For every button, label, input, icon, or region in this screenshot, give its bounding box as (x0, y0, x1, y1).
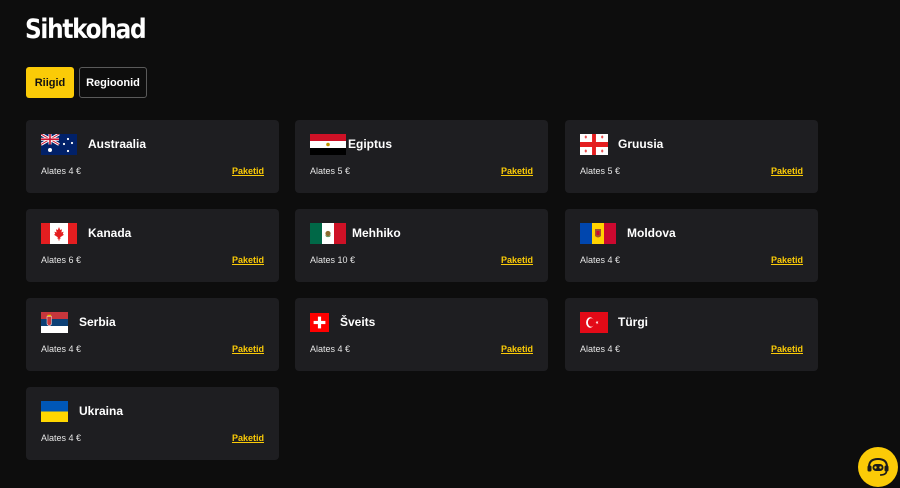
georgia-flag-icon (580, 134, 608, 155)
destination-name: Egiptus (348, 137, 392, 151)
destination-card[interactable]: Serbia Alates 4 € Paketid (26, 298, 279, 371)
mexico-flag-icon (310, 223, 346, 244)
destination-price: Alates 4 € (310, 344, 351, 354)
moldova-flag-icon (580, 223, 616, 244)
tab-regioonid[interactable]: Regioonid (79, 67, 147, 98)
destination-price: Alates 4 € (41, 433, 82, 443)
destination-price: Alates 4 € (580, 255, 621, 265)
chat-assistant-icon (867, 457, 889, 476)
switzerland-flag-icon (310, 313, 329, 332)
destination-card[interactable]: Egiptus Alates 5 € Paketid (295, 120, 548, 193)
destination-name: Moldova (627, 226, 676, 240)
destination-price: Alates 10 € (310, 255, 356, 265)
serbia-flag-icon (41, 312, 68, 333)
ukraine-flag-icon (41, 401, 68, 422)
packages-link[interactable]: Paketid (501, 255, 533, 265)
turkey-flag-icon (580, 312, 608, 333)
destination-name: Kanada (88, 226, 132, 240)
packages-link[interactable]: Paketid (232, 344, 264, 354)
destination-price: Alates 4 € (41, 344, 82, 354)
packages-link[interactable]: Paketid (771, 255, 803, 265)
destination-name: Šveits (340, 315, 376, 329)
destination-name: Austraalia (88, 137, 147, 151)
packages-link[interactable]: Paketid (232, 166, 264, 176)
destination-name: Türgi (618, 315, 648, 329)
destination-name: Ukraina (79, 404, 124, 418)
packages-link[interactable]: Paketid (232, 433, 264, 443)
packages-link[interactable]: Paketid (771, 344, 803, 354)
destination-price: Alates 5 € (580, 166, 621, 176)
destination-card[interactable]: Türgi Alates 4 € Paketid (565, 298, 818, 371)
destination-name: Gruusia (618, 137, 664, 151)
destination-card[interactable]: Ukraina Alates 4 € Paketid (26, 387, 279, 460)
page-title: Sihtkohad (25, 14, 147, 45)
destination-card[interactable]: Kanada Alates 6 € Paketid (26, 209, 279, 282)
destination-card[interactable]: Šveits Alates 4 € Paketid (295, 298, 548, 371)
canada-flag-icon (41, 223, 77, 244)
tab-riigid[interactable]: Riigid (26, 67, 74, 98)
packages-link[interactable]: Paketid (232, 255, 264, 265)
packages-link[interactable]: Paketid (771, 166, 803, 176)
packages-link[interactable]: Paketid (501, 344, 533, 354)
egypt-flag-icon (310, 134, 346, 155)
destination-card[interactable]: Mehhiko Alates 10 € Paketid (295, 209, 548, 282)
destination-price: Alates 5 € (310, 166, 351, 176)
destination-name: Serbia (79, 315, 116, 329)
destination-tabs: Riigid Regioonid (26, 67, 147, 98)
destination-name: Mehhiko (352, 226, 401, 240)
destination-card[interactable]: Gruusia Alates 5 € Paketid (565, 120, 818, 193)
destination-card[interactable]: Austraalia Alates 4 € Paketid (26, 120, 279, 193)
destination-price: Alates 4 € (580, 344, 621, 354)
australia-flag-icon (41, 134, 77, 155)
destination-card[interactable]: Moldova Alates 4 € Paketid (565, 209, 818, 282)
chat-widget-button[interactable] (858, 447, 898, 487)
destination-price: Alates 4 € (41, 166, 82, 176)
destination-price: Alates 6 € (41, 255, 82, 265)
packages-link[interactable]: Paketid (501, 166, 533, 176)
